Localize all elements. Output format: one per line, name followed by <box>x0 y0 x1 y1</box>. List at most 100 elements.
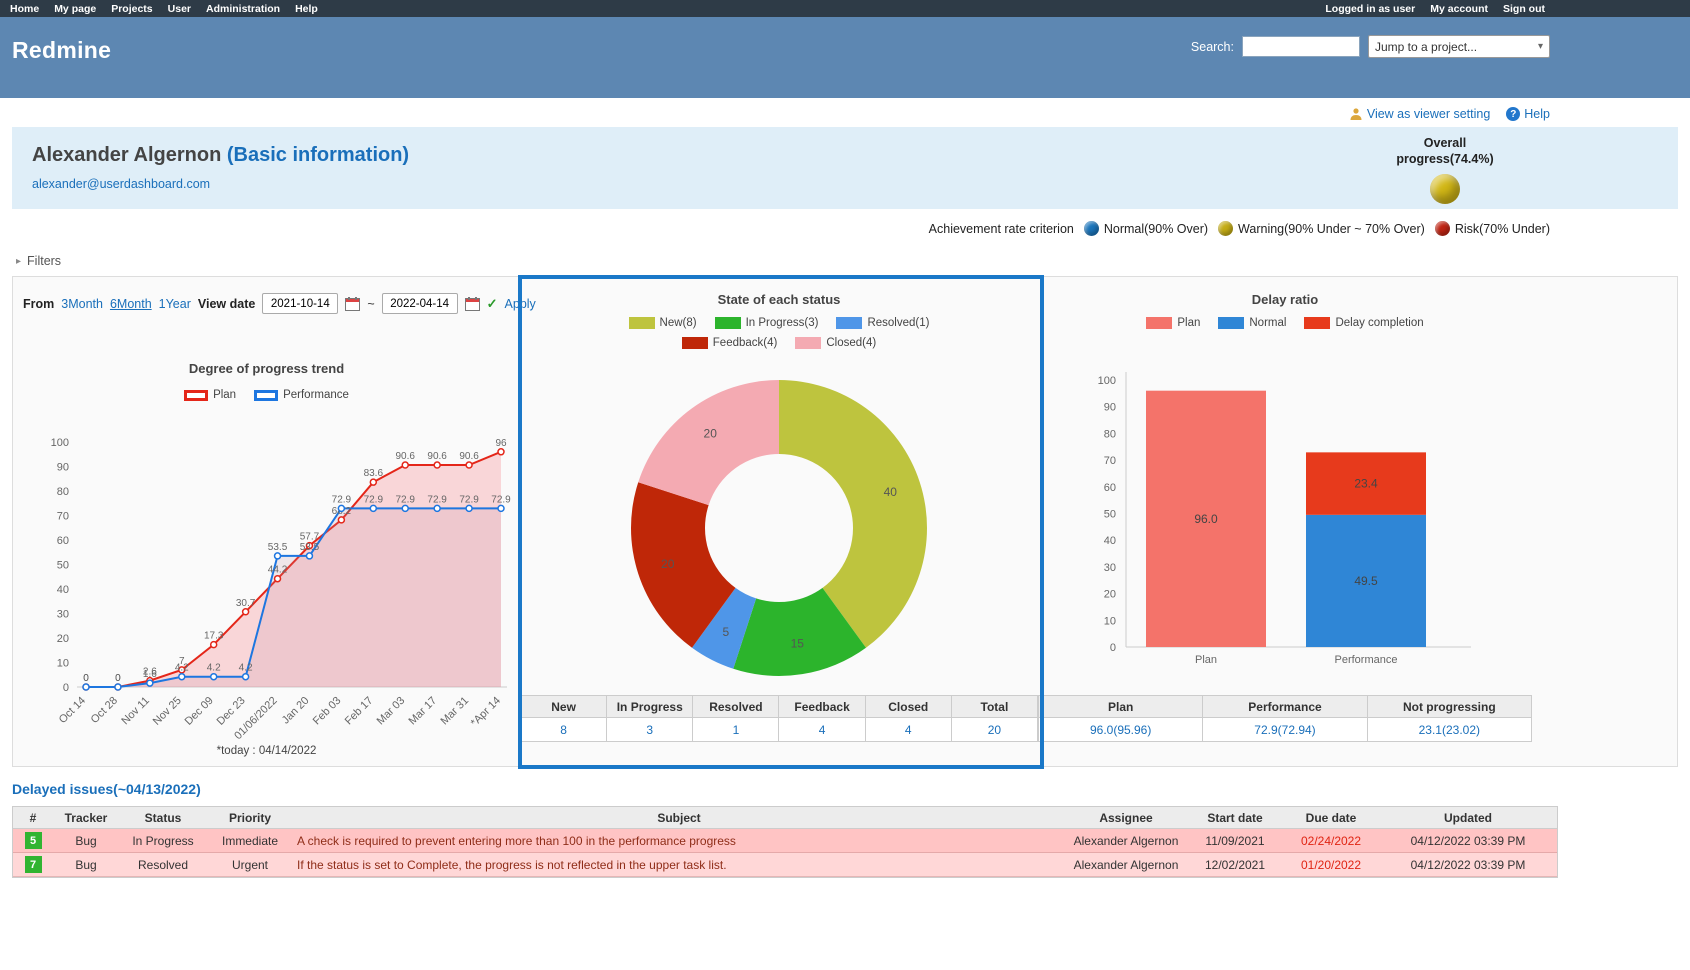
menu-my-page[interactable]: My page <box>54 3 96 15</box>
menu-help[interactable]: Help <box>295 3 318 15</box>
range-1year-link[interactable]: 1Year <box>159 297 191 311</box>
svg-text:90.6: 90.6 <box>427 451 447 462</box>
svg-text:4.2: 4.2 <box>175 663 189 674</box>
date-from-input[interactable] <box>262 293 338 314</box>
menu-user[interactable]: User <box>168 3 191 15</box>
help-link[interactable]: ? Help <box>1506 107 1550 121</box>
svg-text:96: 96 <box>495 438 507 449</box>
col-header-assignee: Assignee <box>1065 807 1187 829</box>
svg-text:50: 50 <box>57 560 69 572</box>
bar-chart-legend: Plan Normal Delay completion <box>1038 317 1532 329</box>
svg-text:72.9: 72.9 <box>364 494 384 505</box>
svg-text:60: 60 <box>57 535 69 547</box>
svg-text:Plan: Plan <box>1195 654 1217 666</box>
col-header-start-date: Start date <box>1187 807 1283 829</box>
issue-subject-link[interactable]: A check is required to prevent entering … <box>293 829 1065 853</box>
issue-tracker: Bug <box>53 829 119 853</box>
delay-header-plan: Plan <box>1039 696 1203 718</box>
svg-text:40: 40 <box>57 584 69 596</box>
delay-value-not-progressing[interactable]: 23.1(23.02) <box>1368 718 1532 742</box>
menu-projects[interactable]: Projects <box>111 3 152 15</box>
status-value-total[interactable]: 20 <box>952 718 1038 742</box>
issue-subject-link[interactable]: If the status is set to Complete, the pr… <box>293 853 1065 877</box>
filters-label: Filters <box>27 254 61 268</box>
svg-text:20: 20 <box>661 557 675 571</box>
bar-normal-swatch-icon <box>1218 317 1244 329</box>
status-header-resolved: Resolved <box>693 696 779 718</box>
legend-bar-normal: Normal <box>1218 317 1286 329</box>
svg-text:72.9: 72.9 <box>332 494 352 505</box>
resolved-swatch-icon <box>836 317 862 329</box>
progress-trend-column: From 3Month 6Month 1Year View date ~ ✓ A… <box>13 277 520 766</box>
issue-id-badge[interactable]: 5 <box>25 832 42 849</box>
delay-value-plan[interactable]: 96.0(95.96) <box>1039 718 1203 742</box>
delay-value-performance[interactable]: 72.9(72.94) <box>1203 718 1367 742</box>
legend-in-progress-label: In Progress(3) <box>746 317 819 329</box>
user-email-link[interactable]: alexander@userdashboard.com <box>32 177 210 191</box>
menu-my-account[interactable]: My account <box>1430 3 1488 15</box>
criterion-warning-label: Warning(90% Under ~ 70% Over) <box>1238 222 1425 236</box>
menu-home[interactable]: Home <box>10 3 39 15</box>
svg-text:20: 20 <box>1104 589 1116 601</box>
criterion-normal: Normal(90% Over) <box>1084 221 1208 236</box>
donut-legend-row1: New(8) In Progress(3) Resolved(1) <box>520 317 1038 329</box>
svg-text:72.9: 72.9 <box>459 494 479 505</box>
view-as-viewer-link[interactable]: View as viewer setting <box>1349 107 1490 121</box>
menu-administration[interactable]: Administration <box>206 3 280 15</box>
status-header-new: New <box>521 696 607 718</box>
dashboard-charts-panel: From 3Month 6Month 1Year View date ~ ✓ A… <box>12 276 1678 767</box>
issue-start-date: 12/02/2021 <box>1187 853 1283 877</box>
legend-new: New(8) <box>629 317 697 329</box>
svg-text:20: 20 <box>57 633 69 645</box>
menu-sign-out[interactable]: Sign out <box>1503 3 1545 15</box>
svg-text:53.5: 53.5 <box>268 542 288 553</box>
status-value-resolved[interactable]: 1 <box>693 718 779 742</box>
status-summary-table: New In Progress Resolved Feedback Closed… <box>520 695 1038 742</box>
svg-text:1.6: 1.6 <box>143 669 157 680</box>
col-header-id: # <box>13 807 53 829</box>
chevron-down-icon: ▾ <box>1538 41 1543 52</box>
svg-text:40: 40 <box>884 485 898 499</box>
status-value-feedback[interactable]: 4 <box>779 718 865 742</box>
delay-ratio-chart: 010203040506070809010096.0Plan49.523.4Pe… <box>1038 365 1532 673</box>
calendar-icon[interactable] <box>345 297 360 311</box>
svg-text:0: 0 <box>115 673 121 684</box>
date-to-input[interactable] <box>382 293 458 314</box>
status-header-feedback: Feedback <box>779 696 865 718</box>
line-chart-title: Degree of progress trend <box>13 361 520 376</box>
filters-toggle[interactable]: ▸ Filters <box>0 244 1690 276</box>
status-value-new[interactable]: 8 <box>521 718 607 742</box>
issue-id-badge[interactable]: 7 <box>25 856 42 873</box>
status-header-closed: Closed <box>866 696 952 718</box>
expander-arrow-icon: ▸ <box>16 256 21 267</box>
svg-text:100: 100 <box>1098 375 1116 387</box>
status-value-closed[interactable]: 4 <box>866 718 952 742</box>
top-menu-left: Home My page Projects User Administratio… <box>10 3 318 15</box>
search-input[interactable] <box>1242 36 1360 57</box>
svg-text:90.6: 90.6 <box>395 451 415 462</box>
legend-feedback: Feedback(4) <box>682 337 778 349</box>
delay-completion-swatch-icon <box>1304 317 1330 329</box>
legend-new-label: New(8) <box>660 317 697 329</box>
svg-text:4.2: 4.2 <box>207 663 221 674</box>
issue-id-cell: 5 <box>13 829 53 853</box>
legend-closed-label: Closed(4) <box>826 337 876 349</box>
svg-text:15: 15 <box>791 637 805 651</box>
overall-progress-indicator <box>1430 174 1460 204</box>
risk-dot-icon <box>1435 221 1450 236</box>
top-menu-right: Logged in as user My account Sign out <box>1325 3 1680 15</box>
svg-text:80: 80 <box>1104 428 1116 440</box>
donut-chart-title: State of each status <box>520 292 1038 307</box>
status-value-in-progress[interactable]: 3 <box>607 718 693 742</box>
svg-text:0: 0 <box>1110 642 1116 654</box>
range-6month-link[interactable]: 6Month <box>110 297 152 311</box>
project-jump-select[interactable]: Jump to a project... ▾ <box>1368 35 1550 58</box>
user-info-panel: Alexander Algernon (Basic information) a… <box>12 127 1678 209</box>
date-separator: ~ <box>367 297 374 311</box>
calendar-icon[interactable] <box>465 297 480 311</box>
donut-legend-row2: Feedback(4) Closed(4) <box>520 337 1038 349</box>
range-3month-link[interactable]: 3Month <box>61 297 103 311</box>
svg-text:Feb 03: Feb 03 <box>311 695 344 728</box>
app-header: Redmine Search: Jump to a project... ▾ <box>0 17 1690 98</box>
svg-text:5: 5 <box>723 625 730 639</box>
